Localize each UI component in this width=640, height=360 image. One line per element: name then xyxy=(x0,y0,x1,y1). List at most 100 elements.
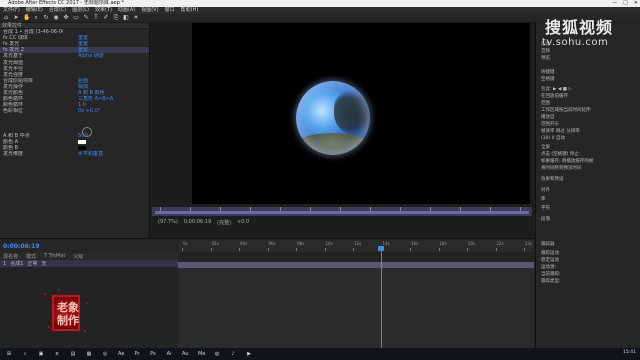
layer-mode[interactable]: 正常 xyxy=(27,260,37,267)
text-icon[interactable]: T xyxy=(93,15,99,21)
store-icon[interactable]: ▦ xyxy=(86,351,92,357)
brush-icon[interactable]: ✐ xyxy=(103,15,109,21)
color-a-swatch[interactable] xyxy=(78,139,86,144)
tracker-item[interactable]: 运动源: xyxy=(541,264,556,270)
property-value[interactable]: 后面 xyxy=(78,78,88,84)
timeline-ruler-tick xyxy=(495,248,497,251)
preview-option[interactable]: 音频 xyxy=(541,48,550,54)
preview-option[interactable]: 预览 xyxy=(541,55,550,61)
pr-icon[interactable]: Pr xyxy=(134,351,140,357)
preview-option[interactable]: (30) 0 自动 xyxy=(541,135,565,141)
layer-parent[interactable]: 无 xyxy=(41,260,46,267)
preview-option[interactable]: 将时间移到预览时间 xyxy=(541,165,582,171)
rotate-icon[interactable]: ↻ xyxy=(43,15,49,21)
viewer-ruler-tick xyxy=(250,207,251,211)
resolution-select[interactable]: (完整) xyxy=(217,219,231,226)
close-button[interactable]: ✕ xyxy=(634,0,638,7)
menu-item-3[interactable]: 图层(L) xyxy=(72,7,89,14)
zoom-level[interactable]: (97.7%) xyxy=(158,219,178,225)
ae-icon[interactable]: Ae xyxy=(118,351,124,357)
preview-option[interactable]: 范围开头 xyxy=(541,121,559,127)
preview-option[interactable]: 包含: ▶ ◀ ■ ▷ xyxy=(541,86,572,92)
preview-option[interactable]: 在回放前缓存 xyxy=(541,93,568,99)
preview-option[interactable]: 段落 xyxy=(541,216,550,222)
preview-option[interactable]: 快捷键 xyxy=(541,69,555,75)
chrome-icon[interactable]: ◍ xyxy=(214,351,220,357)
layer-name[interactable]: 合成1 xyxy=(10,260,23,267)
au-icon[interactable]: Au xyxy=(182,351,189,357)
folder-icon[interactable]: ▤ xyxy=(70,351,76,357)
home-icon[interactable]: ⌂ xyxy=(3,15,9,21)
camera-icon[interactable]: ◉ xyxy=(53,15,59,21)
menu-item-4[interactable]: 效果(T) xyxy=(95,7,112,14)
edge-icon[interactable]: e xyxy=(54,351,60,357)
viewer-timecode[interactable]: 0:00:06:19 xyxy=(184,219,211,225)
taskbar-clock[interactable]: 15:41 xyxy=(623,350,636,355)
menu-item-6[interactable]: 视图(V) xyxy=(141,7,158,14)
pen-icon[interactable]: ✎ xyxy=(83,15,89,21)
search-icon[interactable]: ⌕ xyxy=(22,351,28,357)
menu-item-1[interactable]: 编辑(E) xyxy=(26,7,43,14)
arrow-icon[interactable]: ➤ xyxy=(13,15,19,21)
ai-icon[interactable]: Ai xyxy=(166,351,172,357)
property-value[interactable]: 三角形 A>B>A xyxy=(78,96,113,102)
preview-option[interactable]: 帧速率 跳过 分辨率 xyxy=(541,128,580,134)
preview-option[interactable]: 全屏 xyxy=(541,144,550,150)
stamp-icon[interactable]: ⎘ xyxy=(113,15,119,21)
preview-option[interactable]: 范围 xyxy=(541,100,550,106)
viewer-mini-timeline[interactable] xyxy=(152,207,532,216)
exposure-value[interactable]: +0.0 xyxy=(237,219,249,225)
preview-option[interactable]: 字符 xyxy=(541,205,550,211)
timeline-ruler-tick xyxy=(296,248,297,251)
hue-angle-dial[interactable] xyxy=(82,127,92,137)
hand-icon[interactable]: ✋ xyxy=(23,15,30,21)
timeline-ruler-label: 12s xyxy=(354,241,362,246)
puppet-icon[interactable]: ✶ xyxy=(133,15,139,21)
minimize-button[interactable]: — xyxy=(612,0,617,7)
preview-option[interactable]: 点击 (空格键) 停止: xyxy=(541,151,580,157)
preview-option[interactable]: 效果和预设 xyxy=(541,176,564,182)
browser-icon[interactable]: ◎ xyxy=(102,351,108,357)
menu-item-5[interactable]: 动画(A) xyxy=(118,7,135,14)
menu-item-7[interactable]: 窗口 xyxy=(165,7,175,14)
video-icon[interactable]: ▶ xyxy=(246,351,252,357)
viewer-ruler-tick xyxy=(280,207,281,211)
task-view-icon[interactable]: ▣ xyxy=(38,351,44,357)
property-value[interactable]: 1.0 xyxy=(78,102,86,108)
rect-icon[interactable]: ▭ xyxy=(73,15,79,21)
preview-option[interactable]: 如果缓存, 则播放缓存的帧 xyxy=(541,158,593,164)
property-value[interactable]: 0x +0.0° xyxy=(78,108,100,114)
eraser-icon[interactable]: ◧ xyxy=(123,15,129,21)
viewer-ruler-tick xyxy=(310,207,311,211)
preview-option[interactable]: 播放自 xyxy=(541,114,555,120)
timeline-track-area[interactable] xyxy=(178,268,534,348)
pan-icon[interactable]: ✥ xyxy=(63,15,69,21)
menu-item-0[interactable]: 文件(F) xyxy=(3,7,20,14)
color-b-swatch[interactable] xyxy=(78,145,86,150)
property-value[interactable]: 相加 xyxy=(78,84,88,90)
effect-property-row[interactable]: 发光维度 水平和垂直 xyxy=(0,151,149,157)
tracker-item[interactable]: 当前跟踪: xyxy=(541,271,561,277)
layer-row[interactable]: 1 合成1 正常 无 xyxy=(0,260,178,267)
preview-option[interactable]: 对齐 xyxy=(541,187,550,193)
me-icon[interactable]: Me xyxy=(198,351,205,357)
timeline-timecode[interactable]: 0:00:06:19 xyxy=(3,243,39,250)
timeline-ruler-label: 0s xyxy=(183,241,188,246)
ps-icon[interactable]: Ps xyxy=(150,351,156,357)
maximize-button[interactable]: □ xyxy=(623,0,628,7)
tracker-item[interactable]: 稳定运动 xyxy=(541,257,559,263)
tracker-item[interactable]: 跟踪类型: xyxy=(541,278,561,284)
menu-item-8[interactable]: 帮助(H) xyxy=(181,7,199,14)
zoom-icon[interactable]: ⌕ xyxy=(33,15,39,21)
property-value[interactable]: Alpha 通道 xyxy=(78,53,104,59)
tracker-item[interactable]: 跟踪运动 xyxy=(541,250,559,256)
timeline-ruler-label: 10s xyxy=(325,241,333,246)
preview-option[interactable]: 空格键 xyxy=(541,76,555,82)
music-icon[interactable]: ♪ xyxy=(230,351,236,357)
property-value[interactable]: 水平和垂直 xyxy=(78,151,103,157)
windows-icon[interactable]: ⊞ xyxy=(6,351,12,357)
menu-item-2[interactable]: 合成(C) xyxy=(49,7,66,14)
timeline-ruler[interactable]: 0s 02s 04s 06s 08s 10s 12s 14s 16s 18s 20s 22s 24s xyxy=(178,240,534,252)
preview-option[interactable]: 工作区域按当前时间延伸 xyxy=(541,107,591,113)
preview-option[interactable]: 库 xyxy=(541,196,546,202)
